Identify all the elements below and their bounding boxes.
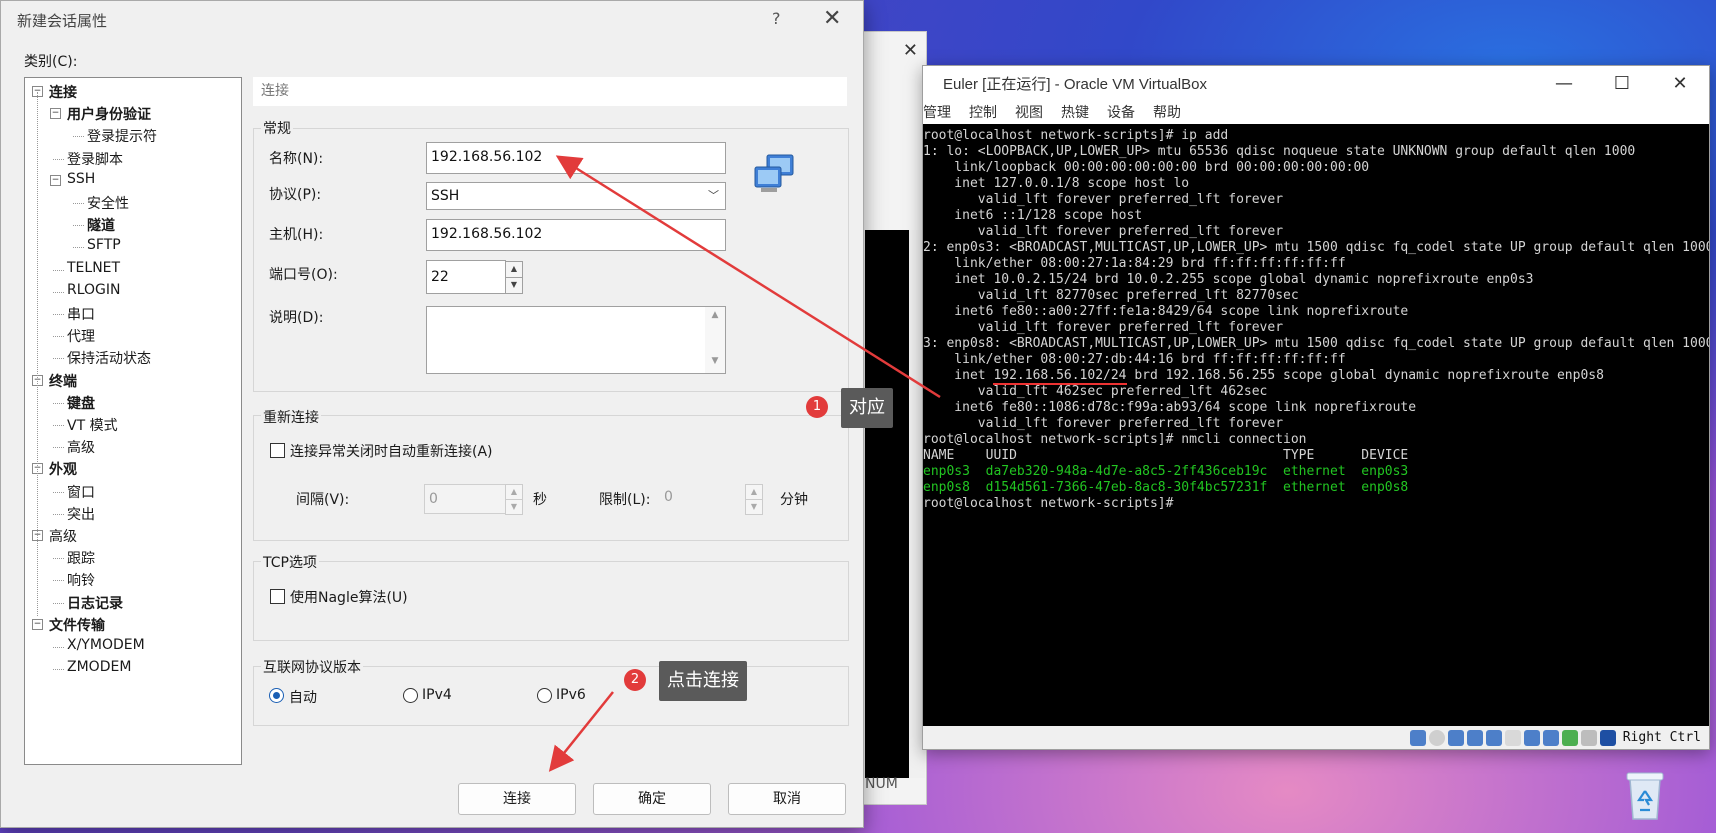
arrow-1-line: [555, 155, 941, 399]
annotation-badge-2: 2: [624, 669, 646, 691]
arrow-2-line: [548, 691, 614, 772]
annotation-badge-1: 1: [806, 396, 828, 418]
annotation-tip-2: 点击连接: [659, 661, 747, 701]
annotation-tip-1: 对应: [841, 388, 893, 428]
